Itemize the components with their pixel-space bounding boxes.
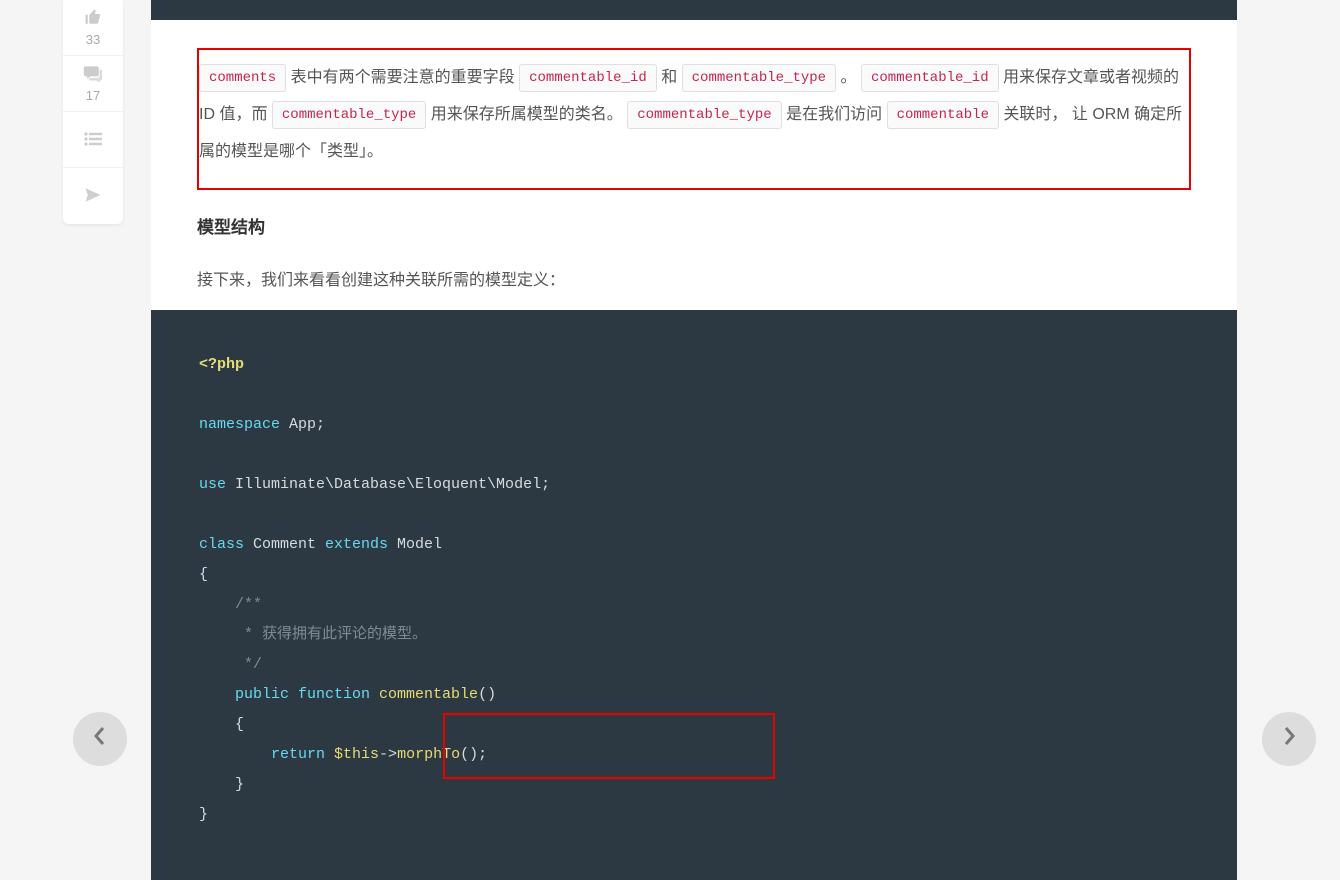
- code-token: commentable_type: [272, 101, 426, 129]
- chevron-right-icon: [1282, 725, 1296, 753]
- paper-plane-icon: [84, 186, 102, 207]
- section-heading: 模型结构: [197, 208, 1191, 247]
- share-button[interactable]: [63, 168, 123, 224]
- paragraph: 接下来，我们来看看创建这种关联所需的模型定义：: [197, 263, 1191, 300]
- list-icon: [84, 131, 102, 149]
- thumbs-up-icon: [84, 8, 102, 29]
- highlight-box: [443, 713, 775, 779]
- code-token: commentable_id: [861, 64, 999, 92]
- article-body: comments 表中有两个需要注意的重要字段 commentable_id 和…: [151, 20, 1237, 880]
- code-token: commentable_type: [682, 64, 836, 92]
- comment-count: 17: [86, 88, 100, 103]
- chevron-left-icon: [93, 725, 107, 753]
- next-page-button[interactable]: [1262, 712, 1316, 766]
- toc-button[interactable]: [63, 112, 123, 168]
- code-token: commentable_id: [519, 64, 657, 92]
- code-header-bar: [151, 0, 1237, 20]
- prev-page-button[interactable]: [73, 712, 127, 766]
- like-count: 33: [86, 32, 100, 47]
- code-block[interactable]: <?php namespace App; use Illuminate\Data…: [151, 310, 1237, 880]
- highlighted-paragraph: comments 表中有两个需要注意的重要字段 commentable_id 和…: [197, 48, 1191, 190]
- code-token: commentable_type: [627, 101, 781, 129]
- comments-icon: [83, 64, 103, 85]
- action-sidebar: 33 17: [63, 0, 123, 224]
- comment-button[interactable]: 17: [63, 56, 123, 112]
- like-button[interactable]: 33: [63, 0, 123, 56]
- main-content: comments 表中有两个需要注意的重要字段 commentable_id 和…: [151, 0, 1237, 880]
- code-token: commentable: [887, 101, 999, 129]
- code-token: comments: [199, 64, 286, 92]
